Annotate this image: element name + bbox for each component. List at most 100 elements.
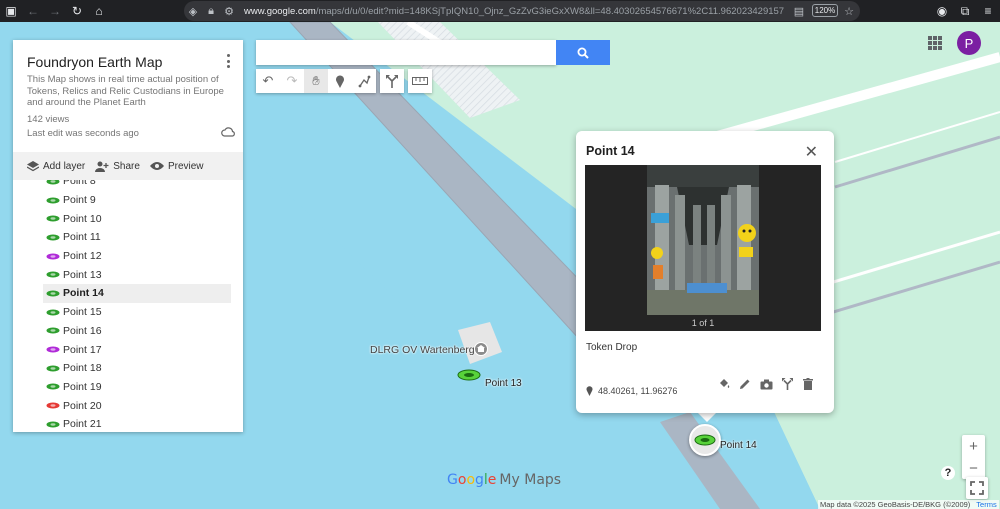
feature-description[interactable]: Token Drop [586,342,637,353]
list-item[interactable]: Point 11 [13,228,243,247]
list-item[interactable]: Point 21 [13,415,243,432]
redo-icon[interactable]: ↷ [280,69,304,93]
address-bar[interactable]: ◈ 🔒︎ ⚙ www.google.com/maps/d/u/0/edit?mi… [184,1,860,21]
add-marker-icon[interactable] [328,69,352,93]
map-search-input[interactable] [256,40,556,65]
list-item[interactable]: Point 14 [43,284,231,303]
map-description[interactable]: This Map shows in real time actual posit… [27,74,227,109]
map-side-panel: Foundryon Earth Map This Map shows in re… [13,40,243,432]
list-item-label: Point 15 [63,306,102,319]
zoom-level-badge[interactable]: 120% [812,4,838,17]
token-marker-icon [46,215,60,222]
token-marker-icon [46,421,60,428]
token-icon [694,434,716,446]
feature-coordinates: 48.40261, 11.96276 [586,386,677,396]
feature-info-window: Point 14 ✕ 1 of 1 Token Drop 48.40261, 1… [576,131,834,413]
feature-title[interactable]: Point 14 [586,144,635,158]
list-item-label: Point 21 [63,418,102,431]
list-item-label: Point 10 [63,212,102,225]
google-apps-icon[interactable] [928,36,942,50]
directions-icon[interactable] [380,69,404,93]
preview-label: Preview [167,160,204,172]
list-item-label: Point 13 [63,268,102,281]
list-item[interactable]: Point 18 [13,359,243,378]
list-item[interactable]: Point 20 [13,396,243,415]
person-add-icon [95,161,109,172]
draw-line-icon[interactable] [352,69,376,93]
account-icon[interactable]: ◉ [931,0,953,22]
point-13-marker[interactable] [457,369,481,381]
sidebar-toggle-icon[interactable]: ▣ [0,0,22,22]
photo-image [647,165,759,315]
pan-hand-icon[interactable]: ✋︎ [304,69,328,93]
list-item-label: Point 17 [63,343,102,356]
lock-icon[interactable]: 🔒︎ [202,5,220,18]
coordinates-text: 48.40261, 11.96276 [598,386,678,396]
list-item[interactable]: Point 10 [13,209,243,228]
terms-link[interactable]: Terms [976,500,996,509]
more-options-icon[interactable] [221,52,235,70]
fullscreen-button[interactable] [966,477,988,499]
close-icon[interactable]: ✕ [805,142,818,162]
home-icon[interactable]: ⌂ [88,0,110,22]
list-item[interactable]: Point 19 [13,378,243,397]
feature-photo[interactable]: 1 of 1 [585,165,821,331]
token-marker-icon [46,365,60,372]
add-photo-camera-icon[interactable] [756,376,776,392]
list-item[interactable]: Point 13 [13,265,243,284]
back-icon[interactable]: ← [22,0,44,22]
share-button[interactable]: Share [95,161,140,172]
url-text[interactable]: www.google.com/maps/d/u/0/edit?mid=148KS… [244,6,784,17]
list-item[interactable]: Point 8 [13,180,243,191]
zoom-in-button[interactable]: + [962,435,985,457]
list-item[interactable]: Point 9 [13,191,243,210]
list-item[interactable]: Point 17 [13,340,243,359]
map-toolbar: ↶ ↷ ✋︎ [256,69,436,93]
token-marker-icon [46,290,60,297]
list-item-label: Point 19 [63,380,102,393]
undo-icon[interactable]: ↶ [256,69,280,93]
point-13-map-label: Point 13 [485,378,522,389]
reader-view-icon[interactable]: ▤ [790,5,808,18]
delete-trash-icon[interactable] [798,376,818,392]
google-my-maps-logo: Google My Maps [447,472,562,488]
reload-icon[interactable]: ↻ [66,0,88,22]
site-settings-icon[interactable]: ⚙ [220,5,238,18]
list-item[interactable]: Point 16 [13,322,243,341]
point-14-map-label: Point 14 [720,440,757,451]
bookmark-star-icon[interactable]: ☆ [840,5,858,18]
avatar[interactable]: P [957,31,981,55]
list-item[interactable]: Point 12 [13,247,243,266]
photo-counter: 1 of 1 [691,318,715,328]
point-14-marker[interactable] [689,424,721,456]
extensions-icon[interactable]: ⧉ [954,0,976,22]
add-layer-button[interactable]: Add layer [27,160,85,172]
feature-tools [713,376,818,392]
list-item[interactable]: Point 15 [13,303,243,322]
poi-icon[interactable] [474,342,488,356]
my-maps-text: My Maps [499,472,562,488]
shield-icon[interactable]: ◈ [184,5,202,18]
map-canvas[interactable]: Foundryon Earth Map This Map shows in re… [0,22,1000,509]
attribution-text: Map data ©2025 GeoBasis-DE/BKG (©2009) [820,500,971,509]
list-item-label: Point 18 [63,362,102,375]
place-label[interactable]: DLRG OV Wartenberg [370,344,475,356]
preview-button[interactable]: Preview [149,160,204,172]
edit-pencil-icon[interactable] [735,376,755,392]
style-paint-bucket-icon[interactable] [714,376,734,392]
search-button[interactable] [556,40,610,65]
measure-ruler-icon[interactable] [408,69,432,93]
views-count: 142 views [27,114,70,125]
share-label: Share [113,160,140,172]
token-marker-icon [46,402,60,409]
forward-icon[interactable]: → [44,0,66,22]
menu-icon[interactable]: ≡ [977,0,999,22]
list-item-label: Point 16 [63,324,102,337]
search-icon [577,47,589,59]
token-marker-icon [46,253,60,260]
directions-icon[interactable] [777,376,797,392]
help-icon[interactable]: ? [941,466,955,480]
map-title[interactable]: Foundryon Earth Map [27,54,162,70]
zoom-out-button[interactable]: − [962,457,985,479]
token-marker-icon [46,271,60,278]
